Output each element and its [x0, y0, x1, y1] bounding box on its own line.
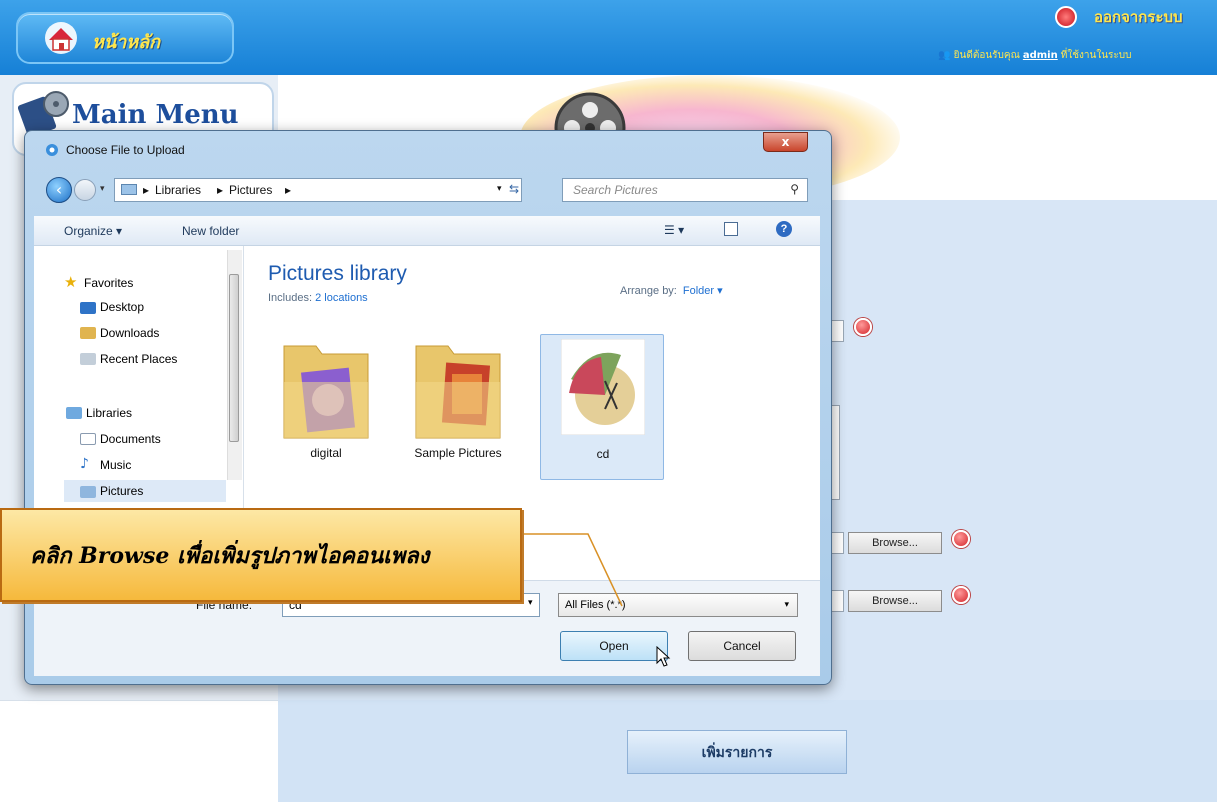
recent-places-icon — [80, 353, 96, 365]
logout-link[interactable]: ออกจากระบบ — [1094, 5, 1183, 29]
nav-music[interactable]: Music — [100, 458, 131, 472]
nav-recent-places[interactable]: Recent Places — [100, 352, 177, 366]
browse-button[interactable]: Browse... — [848, 590, 942, 612]
file-tile-selected[interactable]: cd — [540, 334, 664, 480]
chevron-down-icon: ▾ — [784, 599, 789, 609]
breadcrumb-pictures[interactable]: Pictures — [229, 183, 272, 197]
image-thumbnail — [561, 339, 645, 435]
arrange-label: Arrange by: — [620, 285, 677, 297]
address-dropdown-icon[interactable]: ▾ — [497, 183, 502, 194]
search-icon[interactable]: ⚲ — [790, 182, 799, 196]
address-bar[interactable]: ▸ Libraries ▸ Pictures ▸ ▾ ⇆ — [114, 178, 522, 202]
home-label: หน้าหลัก — [92, 32, 161, 53]
nav-documents[interactable]: Documents — [100, 432, 161, 446]
pictures-icon — [80, 486, 96, 498]
file-type-value: All Files (*.*) — [565, 599, 626, 611]
includes-label: Includes: — [268, 292, 313, 304]
filename-dropdown-icon[interactable]: ▾ — [528, 598, 533, 608]
add-item-button[interactable]: เพิ่มรายการ — [627, 730, 847, 774]
documents-icon — [80, 433, 96, 445]
username-link[interactable]: admin — [1023, 50, 1058, 61]
file-type-select[interactable]: All Files (*.*) ▾ — [558, 593, 798, 617]
power-icon[interactable] — [1055, 6, 1077, 28]
file-label: digital — [310, 446, 342, 460]
star-icon: ★ — [64, 273, 78, 291]
breadcrumb-sep: ▸ — [143, 183, 150, 197]
dialog-toolbar: Organize ▾ New folder ☰ ▾ ? — [34, 216, 820, 246]
preview-pane-icon[interactable] — [724, 222, 738, 236]
nav-favorites[interactable]: Favorites — [84, 276, 133, 290]
open-button[interactable]: Open — [560, 631, 668, 661]
library-includes: Includes: 2 locations — [268, 292, 368, 304]
nav-desktop[interactable]: Desktop — [100, 300, 144, 314]
file-tile[interactable]: Sample Pictures — [396, 334, 520, 480]
user-icon: 👥 — [938, 50, 954, 61]
refresh-icon[interactable]: ⇆ — [509, 182, 519, 196]
nav-pictures[interactable]: Pictures — [100, 484, 143, 498]
organize-menu[interactable]: Organize ▾ — [64, 224, 122, 238]
cancel-button[interactable]: Cancel — [688, 631, 796, 661]
back-button[interactable]: ‹ — [46, 177, 72, 203]
folder-icon — [415, 345, 501, 439]
forward-button[interactable] — [74, 179, 96, 201]
file-label: cd — [596, 447, 610, 461]
downloads-icon — [80, 327, 96, 339]
library-title: Pictures library — [268, 262, 407, 285]
nav-libraries[interactable]: Libraries — [86, 406, 132, 420]
breadcrumb-sep: ▸ — [217, 183, 224, 197]
includes-locations-link[interactable]: 2 locations — [315, 292, 368, 304]
welcome-prefix: ยินดีต้อนรับคุณ — [953, 50, 1020, 61]
nav-scrollbar-thumb[interactable] — [229, 274, 239, 442]
home-button[interactable]: หน้าหลัก — [18, 14, 232, 62]
sidebar-footer — [0, 700, 278, 803]
dialog-app-icon — [46, 144, 58, 156]
welcome-text: 👥 ยินดีต้อนรับคุณ admin ที่ใช้งานในระบบ — [938, 48, 1132, 63]
help-icon[interactable]: ? — [776, 221, 792, 237]
delete-icon[interactable] — [854, 318, 872, 336]
library-icon — [121, 184, 137, 195]
mouse-cursor-icon — [656, 646, 671, 667]
history-dropdown-icon[interactable]: ▾ — [100, 184, 105, 194]
delete-icon[interactable] — [952, 530, 970, 548]
file-label: Sample Pictures — [414, 446, 502, 460]
delete-icon[interactable] — [952, 586, 970, 604]
callout-text: คลิก Browse เพื่อเพิ่มรูปภาพไอคอนเพลง — [30, 543, 430, 569]
breadcrumb-sep: ▸ — [285, 183, 292, 197]
search-box[interactable]: Search Pictures ⚲ — [562, 178, 808, 202]
main-menu-title: Main Menu — [72, 100, 239, 130]
search-placeholder: Search Pictures — [573, 183, 658, 197]
browse-button[interactable]: Browse... — [848, 532, 942, 554]
desktop-icon — [80, 302, 96, 314]
view-options-icon[interactable]: ☰ ▾ — [664, 223, 684, 237]
folder-icon — [283, 345, 369, 439]
close-button[interactable]: x — [763, 132, 808, 152]
dialog-title: Choose File to Upload — [66, 143, 185, 157]
arrange-dropdown[interactable]: Folder ▾ — [683, 285, 723, 297]
music-icon: ♪ — [80, 456, 89, 472]
new-folder-button[interactable]: New folder — [182, 224, 239, 238]
libraries-icon — [66, 407, 82, 419]
nav-downloads[interactable]: Downloads — [100, 326, 159, 340]
home-icon — [45, 22, 77, 54]
file-tile[interactable]: digital — [264, 334, 388, 480]
arrange-by: Arrange by: Folder ▾ — [620, 284, 723, 297]
welcome-suffix: ที่ใช้งานในระบบ — [1060, 50, 1132, 61]
breadcrumb-libraries[interactable]: Libraries — [155, 183, 201, 197]
